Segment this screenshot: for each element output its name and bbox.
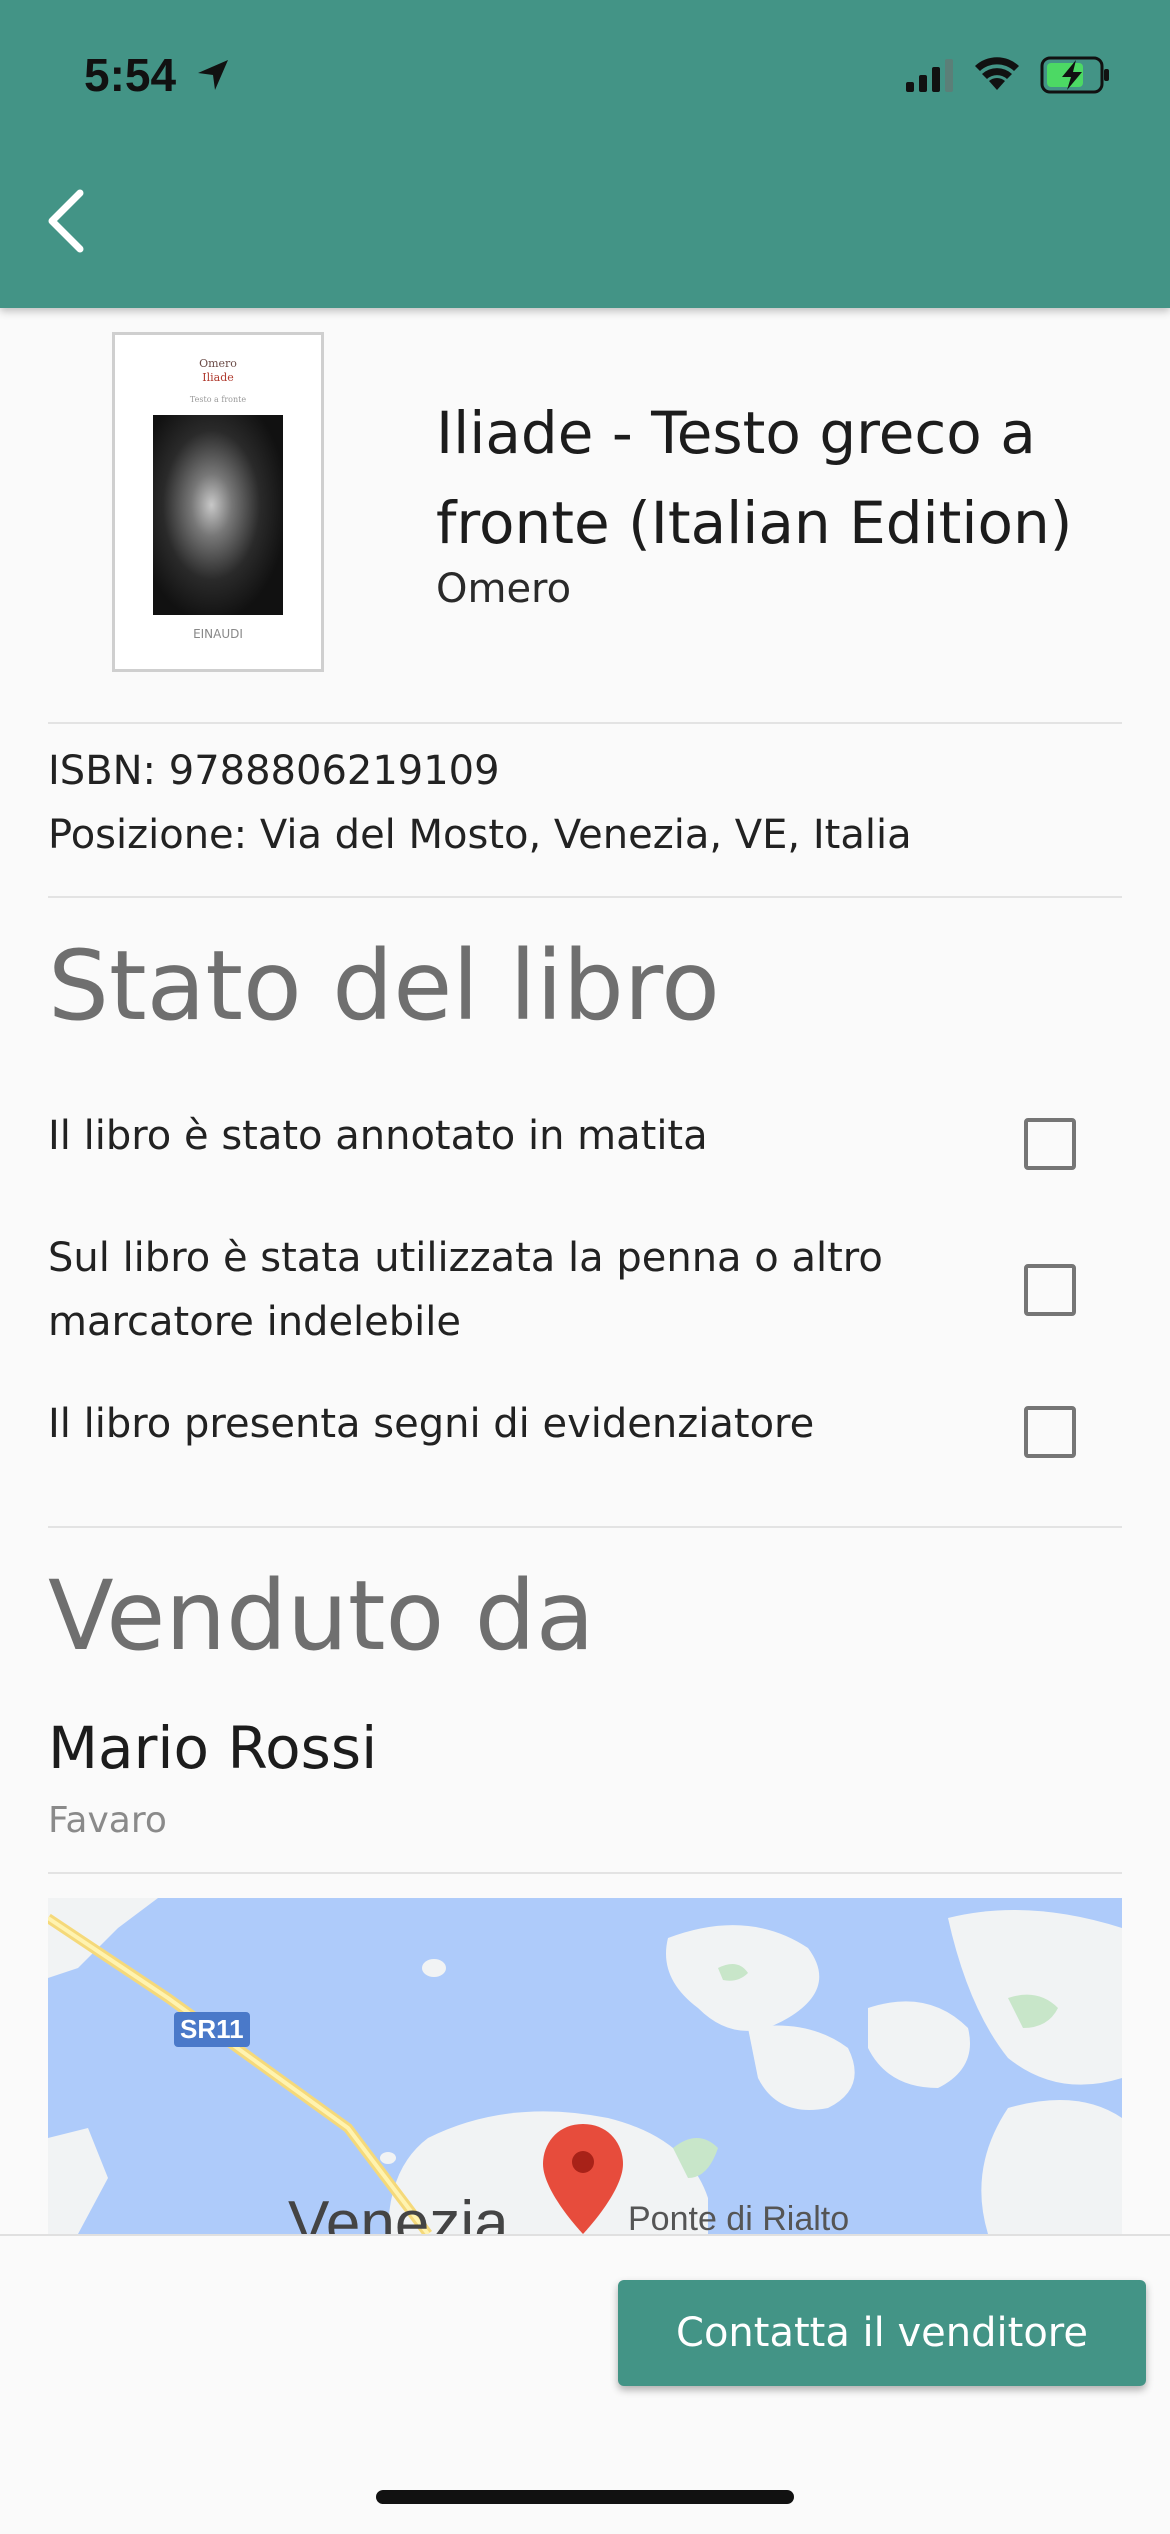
- seller-section-title: Venduto da: [48, 1560, 595, 1672]
- cover-subtitle: Testo a fronte: [189, 395, 247, 404]
- condition-label-highlighter: Il libro presenta segni di evidenziatore: [48, 1401, 815, 1447]
- home-indicator: [376, 2490, 794, 2504]
- map-road-label: SR11: [174, 2012, 250, 2047]
- chevron-left-icon: [48, 189, 84, 253]
- bottom-action-bar: Contatta il venditore: [0, 2234, 1170, 2534]
- app-bar: 5:54: [0, 0, 1170, 308]
- cover-author: Omero: [199, 357, 237, 370]
- divider: [48, 896, 1122, 898]
- divider: [48, 1872, 1122, 1874]
- back-button[interactable]: [36, 186, 96, 256]
- seller-name: Mario Rossi: [48, 1714, 378, 1782]
- cellular-signal-icon: [906, 59, 953, 92]
- isbn-text: ISBN: 9788806219109: [48, 748, 500, 794]
- checkbox-highlighter[interactable]: [1024, 1406, 1076, 1458]
- condition-label-pen: Sul libro è stata utilizzata la penna o …: [48, 1235, 883, 1345]
- checkbox-pencil[interactable]: [1024, 1118, 1076, 1170]
- position-text: Posizione: Via del Mosto, Venezia, VE, I…: [48, 812, 912, 858]
- status-time: 5:54: [84, 49, 177, 101]
- map-background: [48, 1898, 1122, 2234]
- checkbox-pen[interactable]: [1024, 1264, 1076, 1316]
- condition-section-title: Stato del libro: [48, 930, 720, 1042]
- seller-location-map[interactable]: SR11 Venezia Ponte di Rialto: [48, 1898, 1122, 2234]
- seller-city: Favaro: [48, 1800, 167, 1841]
- divider: [48, 722, 1122, 724]
- contact-seller-button[interactable]: Contatta il venditore: [618, 2280, 1146, 2386]
- battery-charging-icon: [1040, 56, 1109, 94]
- divider: [48, 1526, 1122, 1528]
- map-city-label: Venezia: [288, 2189, 509, 2234]
- location-arrow-icon: [198, 60, 228, 90]
- condition-label-pencil: Il libro è stato annotato in matita: [48, 1113, 708, 1159]
- wifi-icon: [975, 57, 1019, 90]
- cover-image: [153, 415, 283, 615]
- cover-publisher: EINAUDI: [193, 627, 243, 641]
- map-poi-label: Ponte di Rialto: [628, 2200, 850, 2234]
- cover-title: Iliade: [202, 371, 234, 384]
- book-author: Omero: [436, 566, 572, 612]
- book-title: Iliade - Testo greco a fronte (Italian E…: [436, 399, 1073, 557]
- book-cover: Omero Iliade Testo a fronte EINAUDI: [112, 332, 324, 672]
